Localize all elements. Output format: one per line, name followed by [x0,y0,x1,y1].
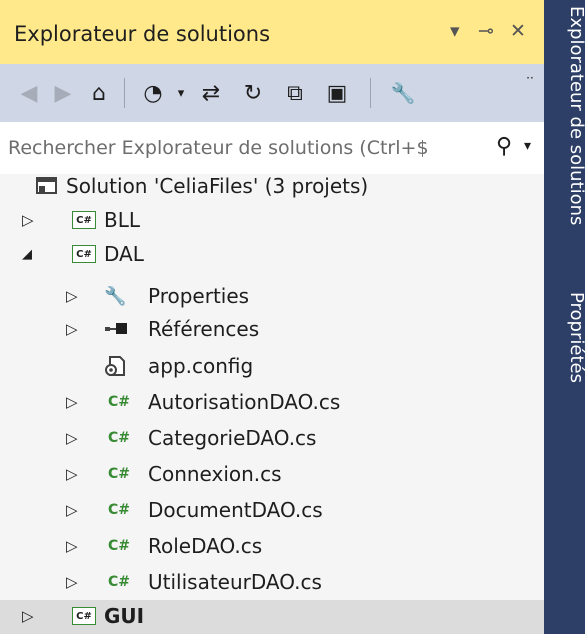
properties-button[interactable]: 🔧 [386,74,420,112]
csharp-file-icon: C# [108,430,131,446]
tree-item-references[interactable]: ▷ Références [0,313,544,347]
pin-icon[interactable]: ⊸ [478,20,494,42]
tree-item-label: app.config [148,354,254,378]
collapse-all-button[interactable]: ⧉ [278,74,312,112]
expand-arrow-icon[interactable]: ▷ [66,465,78,483]
expand-arrow-icon[interactable]: ▷ [66,501,78,519]
forward-button[interactable]: ▶ [46,74,80,112]
solution-icon [36,175,58,197]
expand-arrow-icon[interactable]: ▷ [66,287,78,305]
toolbar-separator [370,78,371,108]
tree-item-label: UtilisateurDAO.cs [148,570,322,594]
search-input[interactable]: Rechercher Explorateur de solutions (Ctr… [8,137,478,159]
tree-item-bll[interactable]: ▷ C# BLL [0,204,544,238]
panel-title: Explorateur de solutions [14,22,271,46]
tab-solution-explorer[interactable]: Explorateur de solutions [566,6,585,225]
references-icon [104,318,130,340]
panel-title-bar: Explorateur de solutions ▾ ⊸ ✕ [0,0,544,64]
tree-item-gui[interactable]: ▷ C# GUI [0,600,544,634]
csharp-file-icon: C# [108,502,131,518]
tree-item-dal[interactable]: ◢ C# DAL [0,238,544,272]
tree-item-label: AutorisationDAO.cs [148,390,341,414]
tree-item-file[interactable]: ▷ C# DocumentDAO.cs [0,494,544,528]
expand-arrow-icon[interactable]: ▷ [66,320,78,338]
tree-item-file[interactable]: ▷ C# AutorisationDAO.cs [0,386,544,420]
tree-item-label: Properties [148,284,250,308]
csharp-project-icon: C# [72,605,96,627]
expand-arrow-icon[interactable]: ▷ [66,573,78,591]
tree-item-file[interactable]: ▷ C# CategorieDAO.cs [0,422,544,456]
toolbar-separator [124,78,125,108]
tree-item-file[interactable]: ▷ C# UtilisateurDAO.cs [0,566,544,600]
solution-explorer-panel: Explorateur de solutions ▾ ⊸ ✕ ◀ ▶ ⌂ ◔ ▾… [0,0,544,634]
tree-item-label: Solution 'CeliaFiles' (3 projets) [66,174,369,198]
tree-item-label: DAL [104,242,144,266]
close-icon[interactable]: ✕ [510,20,526,42]
tree-item-app-config[interactable]: app.config [0,350,544,384]
refresh-button[interactable]: ↻ [236,74,270,112]
panel-dropdown-icon[interactable]: ▾ [450,20,460,42]
csharp-file-icon: C# [108,538,131,554]
expand-arrow-icon[interactable]: ▷ [66,429,78,447]
show-all-files-button[interactable]: ▣ [320,74,354,112]
home-button[interactable]: ⌂ [82,74,116,112]
collapse-arrow-icon[interactable]: ◢ [22,247,32,262]
expand-arrow-icon[interactable]: ▷ [22,607,34,625]
csharp-project-icon: C# [72,243,96,265]
csharp-file-icon: C# [108,574,131,590]
expand-arrow-icon[interactable]: ▷ [66,537,78,555]
expand-arrow-icon[interactable]: ▷ [66,393,78,411]
search-icon[interactable]: ⚲ [496,134,512,159]
back-button[interactable]: ◀ [12,74,46,112]
chevron-down-icon[interactable]: ▾ [164,74,198,112]
chevron-down-icon[interactable]: ▾ [524,138,531,154]
expand-arrow-icon[interactable]: ▷ [22,211,34,229]
tree-item-label: Connexion.cs [148,462,282,486]
tree-item-file[interactable]: ▷ C# Connexion.cs [0,458,544,492]
csharp-project-icon: C# [72,209,96,231]
csharp-file-icon: C# [108,466,131,482]
tree-item-label: GUI [104,604,145,628]
tree-item-solution[interactable]: Solution 'CeliaFiles' (3 projets) [0,170,544,204]
tree-item-label: BLL [104,208,141,232]
tree-item-properties[interactable]: ▷ 🔧 Properties [0,280,544,314]
tree-item-file[interactable]: ▷ C# RoleDAO.cs [0,530,544,564]
sync-button[interactable]: ⇄ [194,74,228,112]
toolbar-overflow-icon[interactable]: ·· [520,68,540,88]
tree-item-label: CategorieDAO.cs [148,426,317,450]
tree-item-label: RoleDAO.cs [148,534,263,558]
tree-item-label: DocumentDAO.cs [148,498,323,522]
csharp-file-icon: C# [108,394,131,410]
wrench-icon: 🔧 [104,285,127,307]
tab-properties[interactable]: Propriétés [566,292,585,383]
tree-item-label: Références [148,317,260,341]
config-file-icon [104,355,126,377]
auto-hide-sidebar: Explorateur de solutions Propriétés [544,0,585,634]
